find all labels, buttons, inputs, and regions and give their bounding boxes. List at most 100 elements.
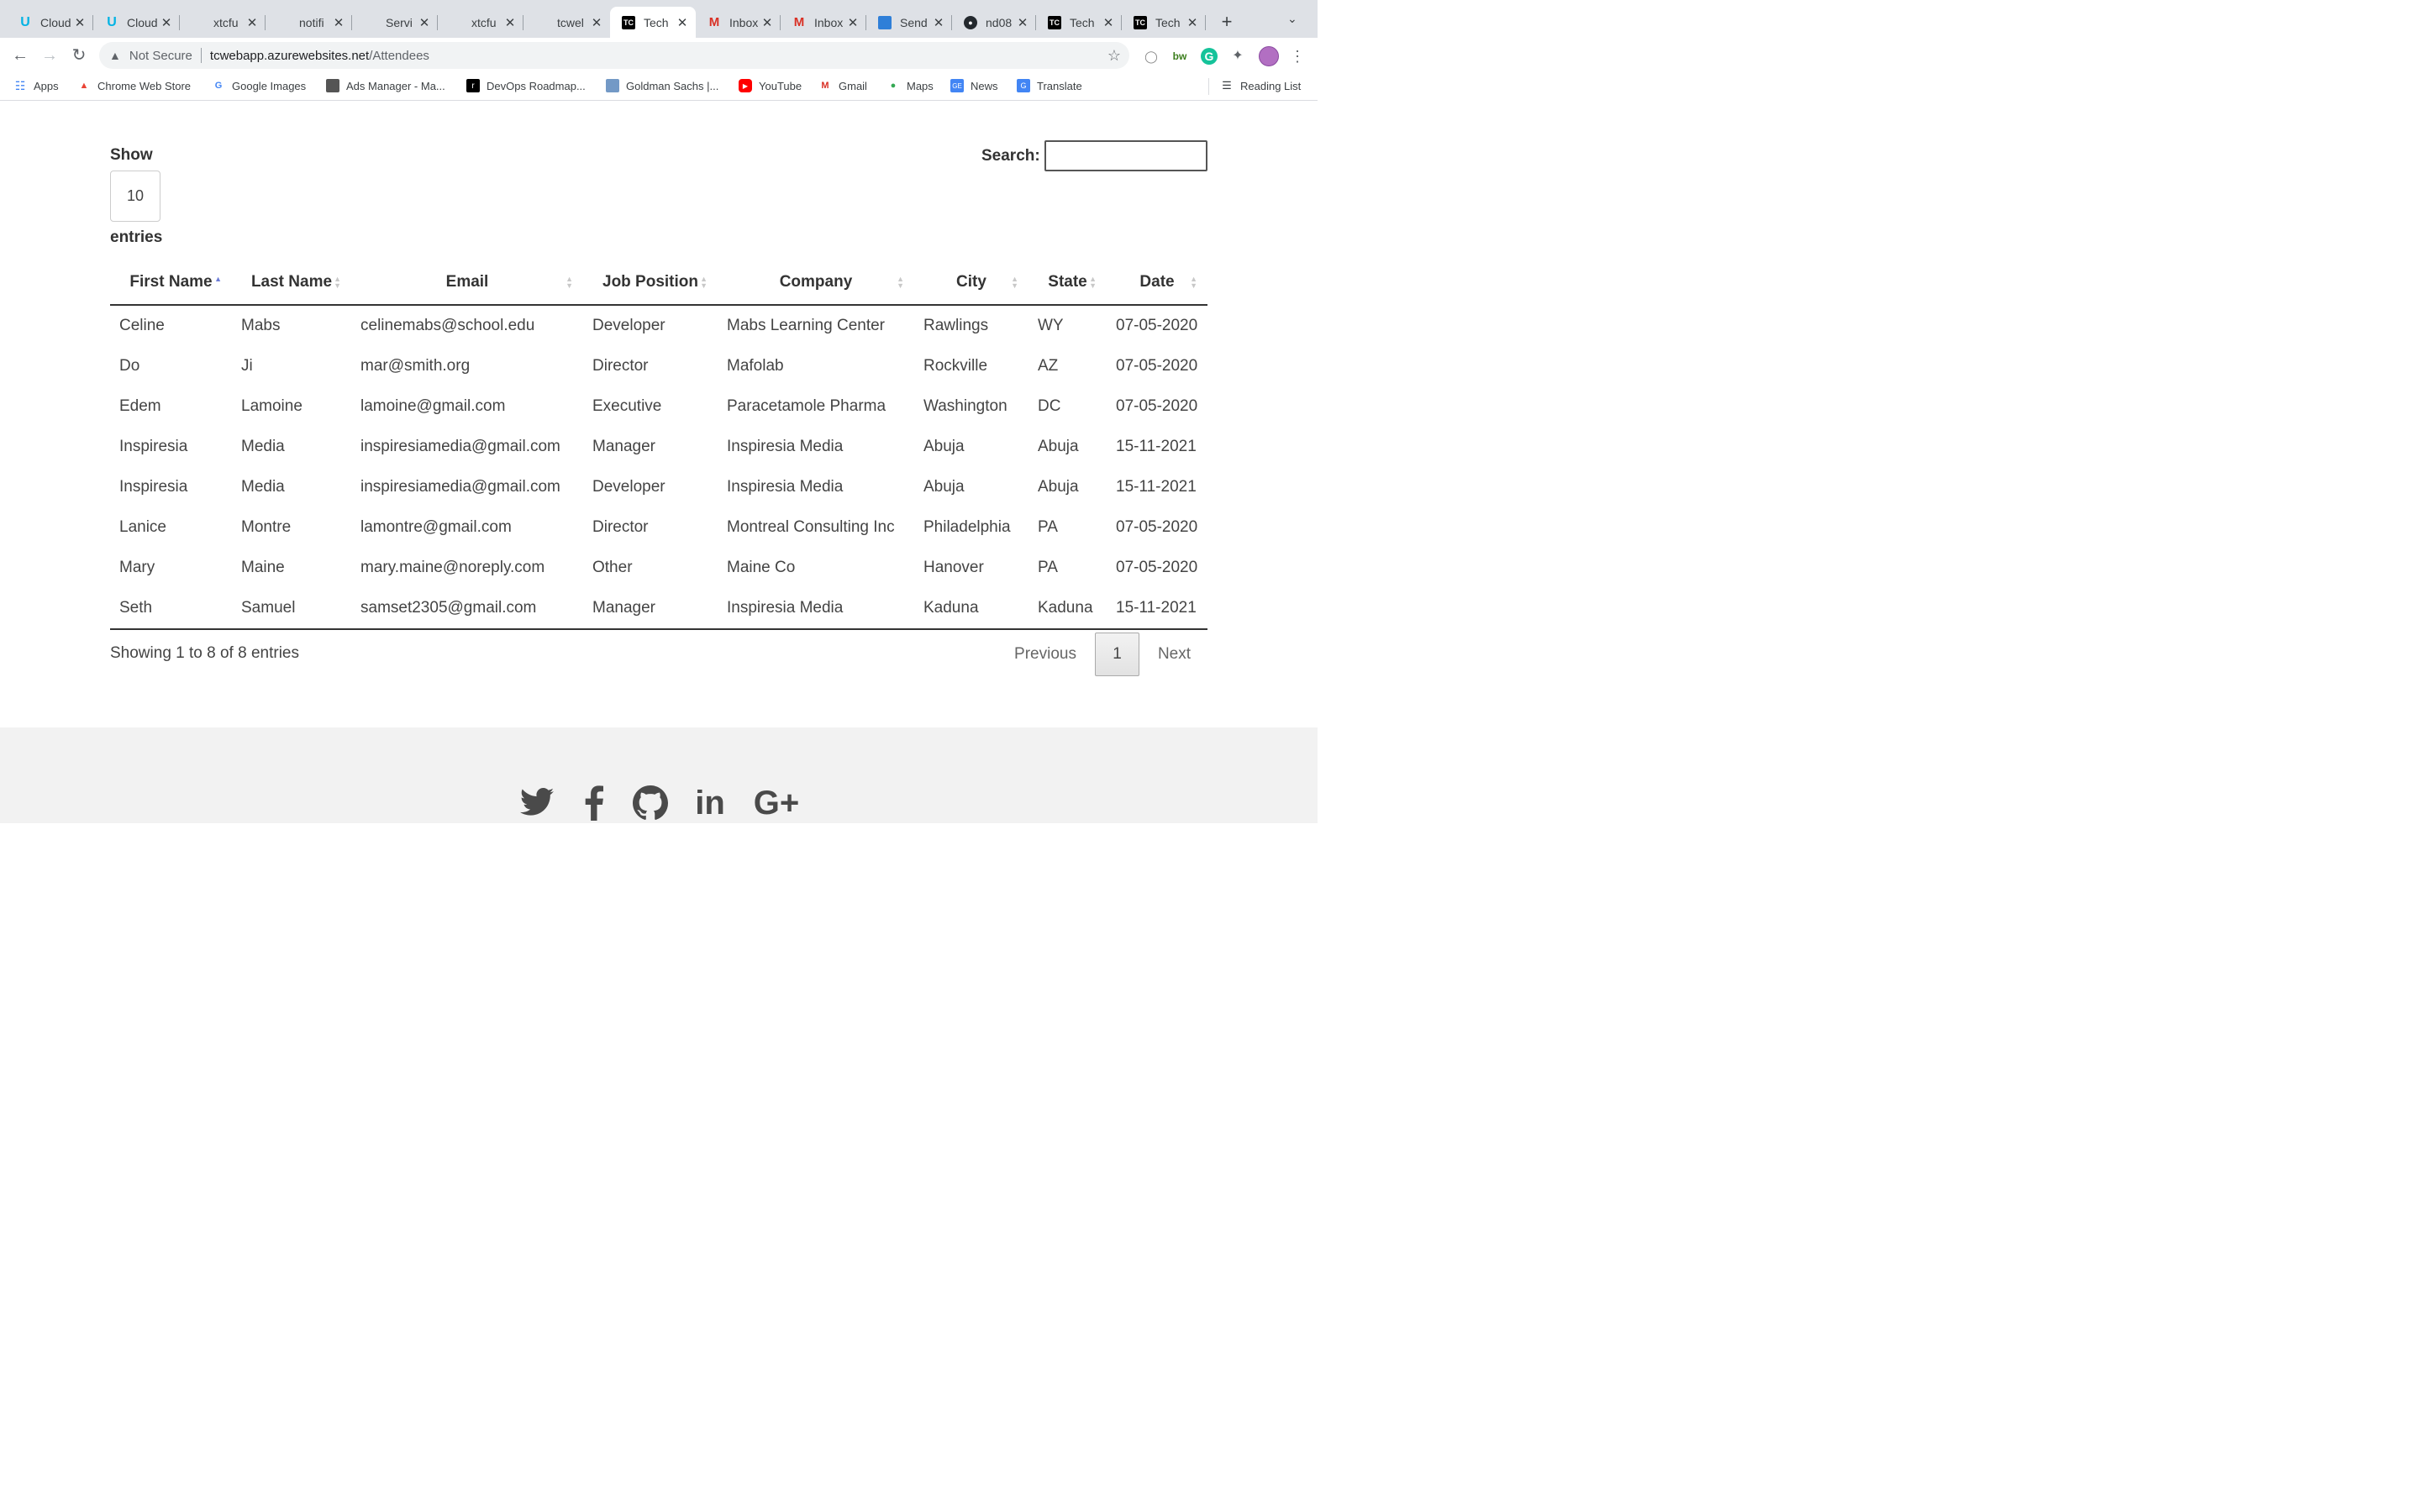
table-cell: Washington bbox=[923, 397, 1007, 415]
bookmark-label: YouTube bbox=[759, 79, 802, 92]
close-tab-icon[interactable]: ✕ bbox=[418, 15, 431, 30]
table-cell: Rawlings bbox=[923, 317, 989, 334]
table-cell: 07-05-2020 bbox=[1116, 397, 1198, 415]
techconf-icon: TC bbox=[1134, 15, 1147, 29]
close-tab-icon[interactable]: ✕ bbox=[1102, 15, 1115, 30]
shield-extension-icon[interactable]: ◯ bbox=[1143, 48, 1160, 65]
table-cell: 15-11-2021 bbox=[1116, 438, 1197, 455]
browser-tab[interactable]: TC Tech ✕ bbox=[1036, 7, 1122, 38]
tab-title: Send bbox=[900, 15, 928, 29]
grammarly-extension-icon[interactable]: G bbox=[1201, 48, 1218, 65]
profile-avatar[interactable] bbox=[1259, 46, 1279, 66]
tab-search-chevron-icon[interactable]: ⌄ bbox=[1287, 12, 1297, 26]
back-arrow-icon[interactable]: ← bbox=[9, 45, 31, 66]
bookmark-label: Goldman Sachs |... bbox=[626, 79, 719, 92]
close-tab-icon[interactable]: ✕ bbox=[332, 15, 345, 30]
browser-tab[interactable]: xtcfu ✕ bbox=[180, 7, 266, 38]
twitter-icon[interactable] bbox=[516, 783, 558, 823]
facebook-icon[interactable] bbox=[578, 783, 610, 823]
browser-tab[interactable]: xtcfu ✕ bbox=[438, 7, 523, 38]
table-cell: Inspiresia Media bbox=[727, 478, 844, 496]
table-cell: Do bbox=[119, 357, 140, 375]
close-tab-icon[interactable]: ✕ bbox=[932, 15, 945, 30]
bookmark-apps[interactable]: ☷ Apps bbox=[13, 79, 59, 92]
bookmark-goldman-sachs[interactable]: Goldman Sachs |... bbox=[606, 79, 718, 92]
security-status: Not Secure bbox=[129, 48, 192, 63]
bookmark-label: DevOps Roadmap... bbox=[487, 79, 586, 92]
bookmark-star-icon[interactable]: ☆ bbox=[1107, 47, 1121, 65]
table-info: Showing 1 to 8 of 8 entries bbox=[110, 644, 299, 662]
table-cell: Montreal Consulting Inc bbox=[727, 518, 895, 536]
column-header-last-name[interactable]: Last Name ▲ ▼ bbox=[232, 260, 351, 306]
github-icon[interactable] bbox=[630, 783, 671, 823]
bookmark-translate[interactable]: G Translate bbox=[1017, 79, 1082, 92]
table-cell: Abuja bbox=[923, 438, 965, 455]
column-header-first-name[interactable]: First Name▲▼ bbox=[110, 260, 232, 306]
browser-tab[interactable]: ● nd08 ✕ bbox=[952, 7, 1036, 38]
browser-tab[interactable]: U Cloud ✕ bbox=[93, 7, 180, 38]
puzzle-extensions-icon[interactable]: ✦ bbox=[1229, 48, 1246, 65]
browser-toolbar: ← → ↻ ▲ Not Secure tcwebapp.azurewebsite… bbox=[0, 38, 1318, 73]
reload-icon[interactable]: ↻ bbox=[68, 45, 90, 66]
microsoft-icon bbox=[192, 16, 205, 29]
browser-tab[interactable]: U Cloud ✕ bbox=[7, 7, 93, 38]
column-header-state[interactable]: State ▲ ▼ bbox=[1028, 260, 1107, 306]
browser-tab[interactable]: M Inbox ✕ bbox=[696, 7, 781, 38]
close-tab-icon[interactable]: ✕ bbox=[590, 15, 603, 30]
close-tab-icon[interactable]: ✕ bbox=[1016, 15, 1029, 30]
previous-page-button[interactable]: Previous bbox=[1008, 633, 1082, 676]
browser-tab[interactable]: Send ✕ bbox=[866, 7, 952, 38]
entries-per-page-select[interactable]: 10 bbox=[110, 171, 160, 222]
column-header-email[interactable]: Email ▲ ▼ bbox=[351, 260, 583, 306]
browser-tab[interactable]: TC Tech ✕ bbox=[610, 7, 696, 38]
bookmark-devops-roadmap[interactable]: r DevOps Roadmap... bbox=[466, 79, 586, 92]
browser-tab[interactable]: notifi ✕ bbox=[266, 7, 352, 38]
close-tab-icon[interactable]: ✕ bbox=[676, 15, 689, 30]
url-path: /Attendees bbox=[369, 48, 429, 63]
column-header-job-position[interactable]: Job Position ▲ ▼ bbox=[583, 260, 718, 306]
reading-list-button[interactable]: ☰ Reading List bbox=[1220, 79, 1301, 92]
table-cell: Inspiresia Media bbox=[727, 438, 844, 455]
google-plus-icon[interactable]: G+ bbox=[751, 783, 802, 823]
column-header-company[interactable]: Company ▲ ▼ bbox=[718, 260, 914, 306]
close-tab-icon[interactable]: ✕ bbox=[846, 15, 860, 30]
table-cell: mary.maine@noreply.com bbox=[360, 559, 545, 576]
address-bar[interactable]: ▲ Not Secure tcwebapp.azurewebsites.net /… bbox=[99, 42, 1129, 69]
bookmark-label: Apps bbox=[34, 79, 59, 92]
linkedin-icon[interactable]: in bbox=[689, 783, 731, 823]
table-cell: 15-11-2021 bbox=[1107, 588, 1207, 630]
forward-arrow-icon[interactable]: → bbox=[39, 45, 60, 66]
bw-extension-icon[interactable]: bw bbox=[1171, 48, 1188, 65]
bookmark-news[interactable]: GE News bbox=[950, 79, 998, 92]
table-row: Do Ji mar@smith.org Director Mafolab Rockvill… bbox=[110, 346, 1207, 386]
column-header-city[interactable]: City ▲ ▼ bbox=[914, 260, 1028, 306]
close-tab-icon[interactable]: ✕ bbox=[160, 15, 173, 30]
kebab-menu-icon[interactable]: ⋮ bbox=[1289, 48, 1306, 65]
close-tab-icon[interactable]: ✕ bbox=[245, 15, 259, 30]
bookmark-ads-manager[interactable]: Ads Manager - Ma... bbox=[326, 79, 445, 92]
bookmark-maps[interactable]: ● Maps bbox=[886, 79, 934, 92]
column-header-label: Email bbox=[445, 273, 489, 291]
table-cell: Rockville bbox=[923, 357, 988, 375]
bookmark-gmail[interactable]: M Gmail bbox=[818, 79, 867, 92]
close-tab-icon[interactable]: ✕ bbox=[73, 15, 87, 30]
browser-tab[interactable]: M Inbox ✕ bbox=[781, 7, 866, 38]
table-cell: AZ bbox=[1038, 357, 1059, 375]
close-tab-icon[interactable]: ✕ bbox=[760, 15, 774, 30]
browser-tab[interactable]: Servi ✕ bbox=[352, 7, 438, 38]
bookmark-youtube[interactable]: ▶ YouTube bbox=[739, 79, 802, 92]
page-1-button[interactable]: 1 bbox=[1095, 633, 1139, 676]
close-tab-icon[interactable]: ✕ bbox=[503, 15, 517, 30]
new-tab-button[interactable]: + bbox=[1215, 10, 1239, 34]
table-cell: inspiresiamedia@gmail.com bbox=[360, 438, 560, 455]
column-header-date[interactable]: Date ▲ ▼ bbox=[1107, 260, 1207, 306]
browser-tab[interactable]: TC Tech ✕ bbox=[1122, 7, 1206, 38]
next-page-button[interactable]: Next bbox=[1151, 633, 1197, 676]
tab-title: Tech bbox=[1070, 15, 1095, 29]
search-input[interactable] bbox=[1044, 140, 1207, 171]
close-tab-icon[interactable]: ✕ bbox=[1186, 15, 1199, 30]
bookmark-chrome-web-store[interactable]: ▲ Chrome Web Store bbox=[77, 79, 191, 92]
sendgrid-icon bbox=[878, 15, 892, 29]
browser-tab[interactable]: tcwel ✕ bbox=[523, 7, 610, 38]
bookmark-google-images[interactable]: G Google Images bbox=[212, 79, 306, 92]
